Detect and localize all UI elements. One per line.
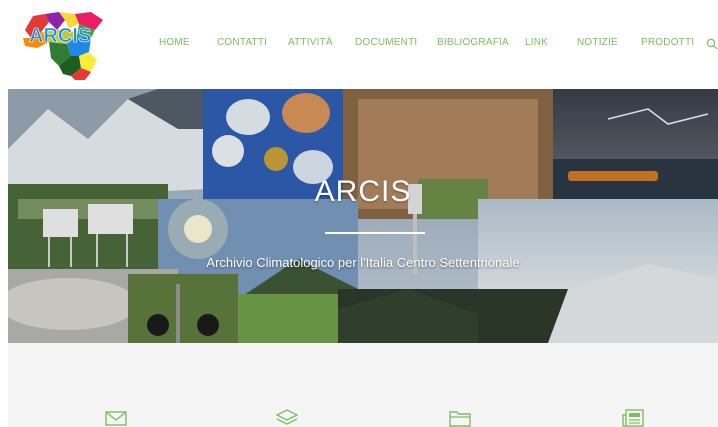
layers-icon[interactable] xyxy=(276,409,298,427)
envelope-icon[interactable] xyxy=(105,409,127,427)
hero-banner: ARCIS Archivio Climatologico per l'Itali… xyxy=(8,89,718,343)
nav-item-prodotti[interactable]: PRODOTTI xyxy=(641,37,694,48)
search-icon[interactable] xyxy=(706,38,718,50)
hero-divider xyxy=(325,232,425,234)
nav-item-documenti[interactable]: DOCUMENTI xyxy=(355,37,417,48)
nav-item-contatti[interactable]: CONTATTI xyxy=(217,37,267,48)
hero-collage-image xyxy=(8,89,718,343)
newspaper-icon[interactable] xyxy=(622,409,644,427)
nav-item-attivita[interactable]: ATTIVITÀ xyxy=(288,37,333,48)
features-section xyxy=(8,343,718,427)
arcis-logo[interactable]: ARCIS xyxy=(19,8,107,82)
logo-text: ARCIS xyxy=(29,25,91,47)
nav-item-link[interactable]: LINK xyxy=(525,37,548,48)
site-header: ARCIS HOME CONTATTI ATTIVITÀ DOCUMENTI B… xyxy=(0,0,718,89)
hero-title: ARCIS xyxy=(314,175,412,208)
nav-item-home[interactable]: HOME xyxy=(159,37,190,48)
nav-item-notizie[interactable]: NOTIZIE xyxy=(577,37,618,48)
hero-subtitle: Archivio Climatologico per l'Italia Cent… xyxy=(206,255,520,270)
folder-icon[interactable] xyxy=(449,409,471,427)
nav-item-bibliografia[interactable]: BIBLIOGRAFIA xyxy=(437,37,509,48)
